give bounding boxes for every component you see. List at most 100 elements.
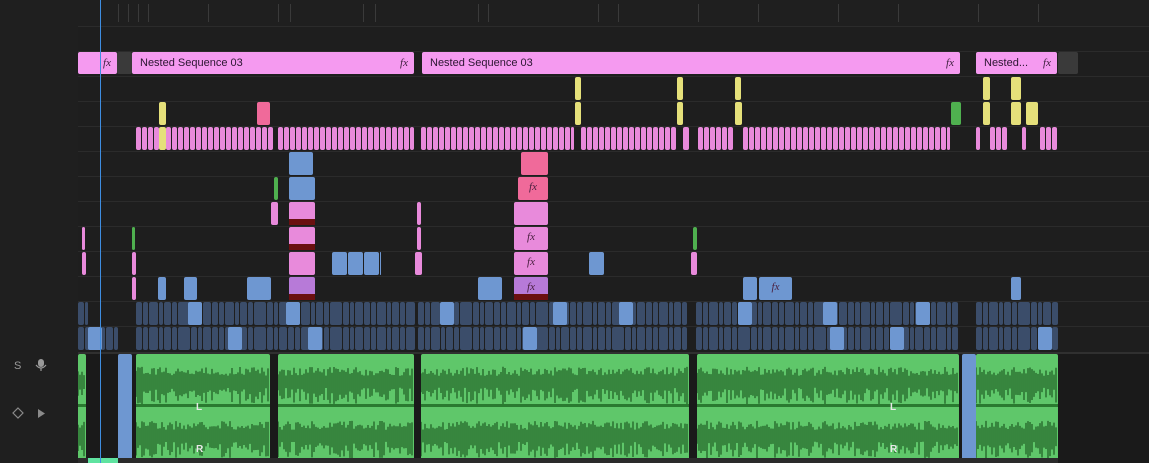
- dark-blue-clip[interactable]: [536, 302, 548, 325]
- pink-clip[interactable]: [344, 127, 349, 150]
- pink-clip[interactable]: [257, 102, 270, 125]
- dark-blue-clip[interactable]: [330, 302, 342, 325]
- audio-clip-selected[interactable]: [118, 354, 132, 460]
- pink-clip[interactable]: [350, 127, 355, 150]
- dark-blue-clip[interactable]: [350, 302, 354, 325]
- pink-clip[interactable]: [178, 127, 183, 150]
- pink-clip[interactable]: [314, 127, 319, 150]
- dark-blue-clip[interactable]: [772, 327, 778, 350]
- dark-blue-clip[interactable]: [203, 327, 211, 350]
- pink-clip[interactable]: [308, 127, 313, 150]
- blue-clip[interactable]: [523, 327, 537, 350]
- blue-clip[interactable]: [364, 252, 379, 275]
- dark-blue-clip[interactable]: [931, 327, 936, 350]
- dark-blue-clip[interactable]: [1043, 302, 1051, 325]
- dark-blue-clip[interactable]: [225, 302, 234, 325]
- yellow-clip[interactable]: [677, 77, 683, 100]
- dark-blue-clip[interactable]: [279, 327, 287, 350]
- pink-clip[interactable]: [722, 127, 727, 150]
- yellow-clip[interactable]: [735, 77, 741, 100]
- pink-clip[interactable]: [256, 127, 261, 150]
- blue-clip[interactable]: [380, 252, 381, 275]
- dark-blue-clip[interactable]: [556, 327, 560, 350]
- pink-clip[interactable]: [445, 127, 450, 150]
- pink-clip[interactable]: [136, 127, 141, 150]
- dark-blue-clip[interactable]: [884, 302, 889, 325]
- pink-clip[interactable]: [803, 127, 808, 150]
- blue-clip[interactable]: [308, 327, 322, 350]
- dark-blue-clip[interactable]: [85, 302, 88, 325]
- nested-sequence-clip[interactable]: fx: [78, 52, 117, 74]
- dark-blue-clip[interactable]: [598, 327, 605, 350]
- dark-blue-clip[interactable]: [751, 327, 757, 350]
- dark-blue-clip[interactable]: [425, 327, 430, 350]
- dark-blue-clip[interactable]: [738, 327, 750, 350]
- dark-blue-clip[interactable]: [999, 327, 1003, 350]
- dark-blue-clip[interactable]: [606, 302, 611, 325]
- dark-blue-clip[interactable]: [772, 302, 778, 325]
- blue-clip[interactable]: [247, 277, 271, 300]
- pink-clip[interactable]: [289, 227, 315, 250]
- dark-blue-clip[interactable]: [418, 327, 424, 350]
- pink-clip[interactable]: [743, 127, 748, 150]
- dark-blue-clip[interactable]: [732, 327, 737, 350]
- pink-clip[interactable]: [517, 127, 522, 150]
- pink-clip[interactable]: [996, 127, 1001, 150]
- dark-blue-clip[interactable]: [530, 302, 535, 325]
- dark-blue-clip[interactable]: [172, 302, 177, 325]
- dark-blue-clip[interactable]: [371, 302, 376, 325]
- dark-blue-clip[interactable]: [288, 327, 294, 350]
- pink-clip[interactable]: [380, 127, 385, 150]
- dark-blue-clip[interactable]: [763, 302, 771, 325]
- dark-blue-clip[interactable]: [653, 327, 658, 350]
- dark-blue-clip[interactable]: [669, 327, 673, 350]
- dark-blue-clip[interactable]: [625, 327, 631, 350]
- pink-clip[interactable]: [415, 252, 422, 275]
- pink-clip[interactable]: [845, 127, 850, 150]
- dark-blue-clip[interactable]: [758, 302, 762, 325]
- pink-clip[interactable]: [535, 127, 540, 150]
- pink-clip[interactable]: [166, 127, 171, 150]
- dark-blue-clip[interactable]: [632, 327, 636, 350]
- blue-clip[interactable]: [830, 327, 844, 350]
- pink-clip[interactable]: [710, 127, 715, 150]
- video-track-lane[interactable]: [78, 251, 1149, 277]
- blue-clip[interactable]: [619, 302, 633, 325]
- dark-blue-clip[interactable]: [989, 302, 998, 325]
- pink-clip[interactable]: [392, 127, 397, 150]
- dark-blue-clip[interactable]: [517, 302, 521, 325]
- dark-blue-clip[interactable]: [549, 327, 555, 350]
- dark-blue-clip[interactable]: [983, 327, 988, 350]
- pink-clip[interactable]: [457, 127, 462, 150]
- dark-blue-clip[interactable]: [577, 327, 582, 350]
- nested-sequence-clip[interactable]: Nested Sequence 03 fx: [132, 52, 414, 74]
- pink-clip[interactable]: [463, 127, 468, 150]
- playhead[interactable]: [100, 0, 101, 463]
- video-track-lane[interactable]: [78, 201, 1149, 227]
- dark-blue-clip[interactable]: [507, 327, 516, 350]
- blue-clip[interactable]: [823, 302, 837, 325]
- pink-clip[interactable]: [653, 127, 658, 150]
- yellow-clip[interactable]: [1011, 77, 1021, 100]
- pink-clip[interactable]: [821, 127, 826, 150]
- dark-blue-clip[interactable]: [400, 302, 405, 325]
- nested-sequence-clip[interactable]: Nested... fx: [976, 52, 1057, 74]
- dark-blue-clip[interactable]: [861, 302, 870, 325]
- pink-clip[interactable]: [481, 127, 486, 150]
- dark-blue-clip[interactable]: [431, 302, 440, 325]
- pink-clip[interactable]: [893, 127, 898, 150]
- pink-clip[interactable]: [647, 127, 652, 150]
- dark-blue-clip[interactable]: [732, 302, 737, 325]
- pink-clip[interactable]: [232, 127, 237, 150]
- dark-blue-clip[interactable]: [703, 302, 708, 325]
- blue-clip[interactable]: fx: [759, 277, 792, 300]
- pink-clip[interactable]: [587, 127, 592, 150]
- pink-clip[interactable]: [599, 127, 604, 150]
- dark-blue-clip[interactable]: [674, 327, 681, 350]
- dark-blue-clip[interactable]: [696, 327, 702, 350]
- pink-clip[interactable]: [82, 227, 85, 250]
- dark-blue-clip[interactable]: [522, 302, 529, 325]
- pink-clip[interactable]: [1002, 127, 1007, 150]
- pink-clip[interactable]: [683, 127, 689, 150]
- dark-blue-clip[interactable]: [494, 302, 500, 325]
